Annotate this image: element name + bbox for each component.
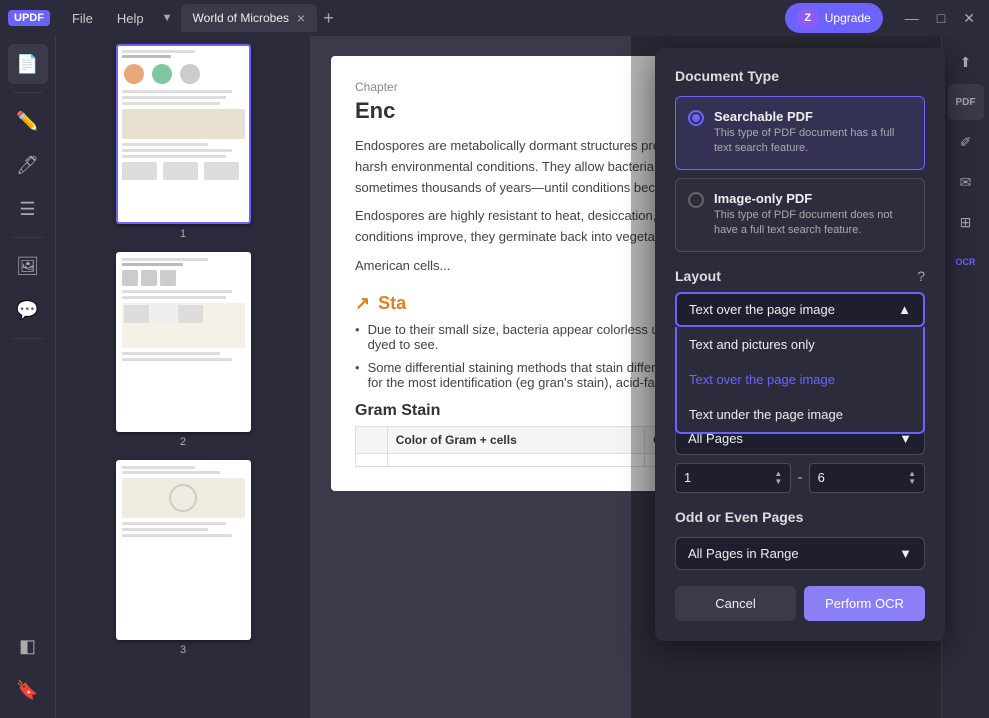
radio-dot-searchable xyxy=(688,110,704,126)
sidebar-item-bookmark[interactable]: 🔖 xyxy=(8,670,48,710)
menu-help[interactable]: Help xyxy=(107,7,154,30)
tab-world-of-microbes[interactable]: World of Microbes × xyxy=(181,4,318,32)
dialog-area: Document Type Searchable PDF This type o… xyxy=(631,36,941,718)
layout-option-text-over[interactable]: Text over the page image xyxy=(677,362,923,397)
searchable-pdf-text: Searchable PDF This type of PDF document… xyxy=(714,109,912,157)
cancel-button[interactable]: Cancel xyxy=(675,586,796,621)
tab-close-icon[interactable]: × xyxy=(297,11,305,25)
right-icon-mail[interactable]: ✉ xyxy=(948,164,984,200)
layout-dropdown-btn[interactable]: Text over the page image ▲ xyxy=(675,292,925,327)
sidebar-item-document[interactable]: 📄 xyxy=(8,44,48,84)
sidebar-item-annotate[interactable]: 🖊 xyxy=(8,145,48,185)
upgrade-label: Upgrade xyxy=(825,11,871,25)
table-header-0 xyxy=(356,426,388,453)
user-avatar: Z xyxy=(797,7,819,29)
layout-option-text-pictures[interactable]: Text and pictures only xyxy=(677,327,923,362)
radio-image-only-pdf[interactable]: Image-only PDF This type of PDF document… xyxy=(675,178,925,252)
tab-title: World of Microbes xyxy=(193,11,289,25)
layout-header: Layout ? xyxy=(675,268,925,284)
thumbnail-panel: 1 xyxy=(56,36,311,718)
page-to-down[interactable]: ▼ xyxy=(908,478,916,486)
right-icon-edit[interactable]: ✐ xyxy=(948,124,984,160)
radio-searchable-pdf[interactable]: Searchable PDF This type of PDF document… xyxy=(675,96,925,170)
radio-dot-inner xyxy=(692,114,700,122)
image-only-pdf-desc: This type of PDF document does not have … xyxy=(714,208,912,239)
searchable-pdf-desc: This type of PDF document has a full tex… xyxy=(714,126,912,157)
odd-even-dropdown[interactable]: All Pages in Range ▼ xyxy=(675,537,925,570)
thumb-img-2 xyxy=(116,252,251,432)
page-to-stepper[interactable]: ▲ ▼ xyxy=(908,470,916,486)
sidebar-item-image[interactable]: 🖼 xyxy=(8,246,48,286)
odd-even-section: Odd or Even Pages All Pages in Range ▼ xyxy=(675,509,925,570)
sidebar-item-comment[interactable]: 💬 xyxy=(8,290,48,330)
left-sidebar: 📄 ✏️ 🖊 ☰ 🖼 💬 ◧ 🔖 xyxy=(0,36,56,718)
thumbnail-2[interactable]: 2 xyxy=(64,252,302,448)
perform-ocr-button[interactable]: Perform OCR xyxy=(804,586,925,621)
dialog-actions: Cancel Perform OCR xyxy=(675,586,925,621)
odd-even-title: Odd or Even Pages xyxy=(675,509,925,525)
maximize-button[interactable]: □ xyxy=(931,8,951,29)
minimize-button[interactable]: — xyxy=(899,8,925,29)
layout-dropdown-chevron: ▲ xyxy=(898,302,911,317)
app-logo: UPDF xyxy=(8,10,50,26)
page-from-value: 1 xyxy=(684,470,691,485)
close-button[interactable]: ✕ xyxy=(957,8,981,29)
page-from-stepper[interactable]: ▲ ▼ xyxy=(774,470,782,486)
image-only-pdf-label: Image-only PDF xyxy=(714,191,912,206)
layout-title: Layout xyxy=(675,268,721,284)
layout-option-text-under[interactable]: Text under the page image xyxy=(677,397,923,432)
thumb-num-3: 3 xyxy=(180,644,186,656)
thumbnail-3[interactable]: 3 xyxy=(64,460,302,656)
layout-selected-value: Text over the page image xyxy=(689,302,835,317)
doc-type-radio-group: Searchable PDF This type of PDF document… xyxy=(675,96,925,252)
image-only-pdf-text: Image-only PDF This type of PDF document… xyxy=(714,191,912,239)
layout-section: Layout ? Text over the page image ▲ Text… xyxy=(675,268,925,327)
right-icon-export[interactable]: ⬆ xyxy=(948,44,984,80)
radio-dot-image-only xyxy=(688,192,704,208)
right-icon-bar: ⬆ PDF ✐ ✉ ⊞ OCR xyxy=(941,36,989,718)
tab-bar: ▼ World of Microbes × + xyxy=(162,4,785,32)
window-controls: — □ ✕ xyxy=(899,8,981,29)
sidebar-divider-1 xyxy=(13,92,43,93)
sidebar-item-layers[interactable]: ◧ xyxy=(8,626,48,666)
right-icon-ocr[interactable]: OCR xyxy=(948,244,984,280)
doc-type-title: Document Type xyxy=(675,68,925,84)
thumb-num-1: 1 xyxy=(180,228,186,240)
tab-add-icon[interactable]: + xyxy=(323,8,334,29)
range-dash: - xyxy=(797,469,802,487)
help-icon[interactable]: ? xyxy=(917,268,925,284)
layout-dropdown-options: Text and pictures only Text over the pag… xyxy=(675,327,925,434)
sidebar-item-edit[interactable]: ✏️ xyxy=(8,101,48,141)
thumbnail-1[interactable]: 1 xyxy=(64,44,302,240)
sidebar-divider-3 xyxy=(13,338,43,339)
ocr-dialog: Document Type Searchable PDF This type o… xyxy=(655,48,945,641)
upgrade-button[interactable]: Z Upgrade xyxy=(785,3,883,33)
table-header-1: Color of Gram + cells xyxy=(387,426,644,453)
searchable-pdf-label: Searchable PDF xyxy=(714,109,912,124)
sidebar-divider-2 xyxy=(13,237,43,238)
tab-dropdown-icon[interactable]: ▼ xyxy=(162,12,173,24)
page-from-input[interactable]: 1 ▲ ▼ xyxy=(675,463,791,493)
page-to-value: 6 xyxy=(818,470,825,485)
main-wrapper: 📄 ✏️ 🖊 ☰ 🖼 💬 ◧ 🔖 xyxy=(0,36,989,718)
odd-even-value: All Pages in Range xyxy=(688,546,799,561)
right-icon-grid[interactable]: ⊞ xyxy=(948,204,984,240)
layout-dropdown: Text over the page image ▲ Text and pict… xyxy=(675,292,925,327)
right-icon-pdf[interactable]: PDF xyxy=(948,84,984,120)
thumb-num-2: 2 xyxy=(180,436,186,448)
sidebar-item-list[interactable]: ☰ xyxy=(8,189,48,229)
thumb-img-3 xyxy=(116,460,251,640)
titlebar: UPDF File Help ▼ World of Microbes × + Z… xyxy=(0,0,989,36)
menu-file[interactable]: File xyxy=(62,7,103,30)
page-from-down[interactable]: ▼ xyxy=(774,478,782,486)
odd-even-chevron: ▼ xyxy=(899,546,912,561)
titlebar-actions: Z Upgrade — □ ✕ xyxy=(785,3,981,33)
page-to-input[interactable]: 6 ▲ ▼ xyxy=(809,463,925,493)
page-range-row: 1 ▲ ▼ - 6 ▲ ▼ xyxy=(675,463,925,493)
thumb-img-1 xyxy=(116,44,251,224)
menu-bar: File Help xyxy=(62,7,154,30)
